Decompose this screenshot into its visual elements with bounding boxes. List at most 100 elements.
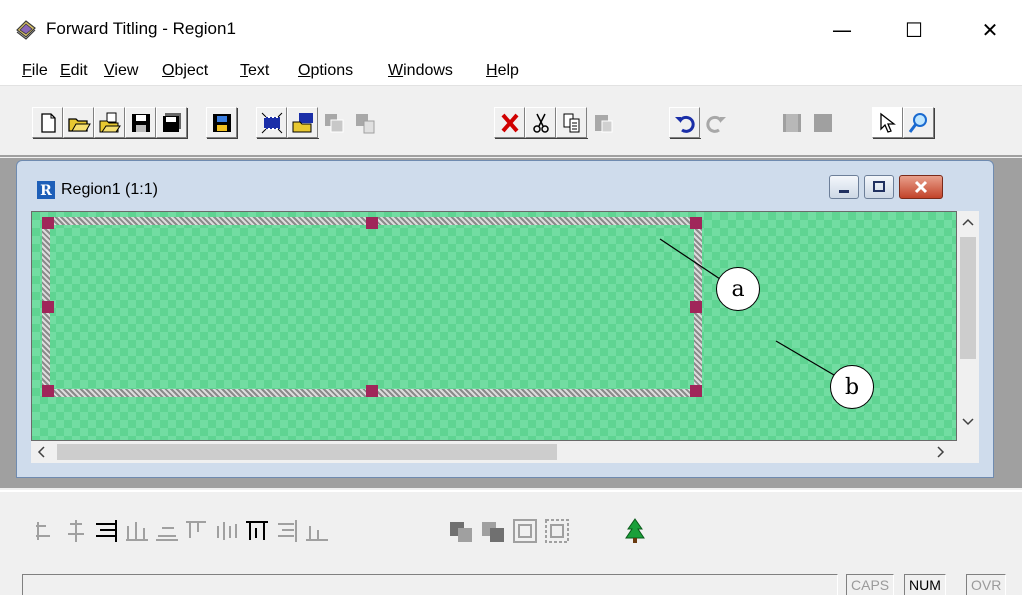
menu-object[interactable]: Object <box>162 62 208 80</box>
menu-label: ptions <box>310 62 354 79</box>
main-toolbar <box>0 87 1022 157</box>
menu-accel: F <box>22 62 32 79</box>
child-close-button[interactable] <box>899 175 943 199</box>
align-left-button[interactable] <box>32 516 62 546</box>
align-left-edge-icon <box>278 520 297 542</box>
cut-icon <box>533 113 549 133</box>
horizontal-scrollbar[interactable] <box>31 441 957 463</box>
menu-text[interactable]: Text <box>240 62 269 80</box>
distribute-v-button[interactable] <box>242 516 272 546</box>
bring-forward-icon <box>450 522 472 542</box>
object-paste-button[interactable] <box>349 107 380 138</box>
scroll-down-icon[interactable] <box>957 411 979 433</box>
align-bottom-button[interactable] <box>152 516 182 546</box>
menu-edit[interactable]: Edit <box>60 62 88 80</box>
align-right-button[interactable] <box>92 516 122 546</box>
group-icon <box>513 519 537 543</box>
align-right-icon <box>96 520 117 542</box>
alignment-toolbar <box>0 490 1022 570</box>
menu-label: bject <box>174 62 209 79</box>
menu-file[interactable]: File <box>22 62 48 80</box>
region-canvas[interactable]: a b <box>31 211 957 441</box>
vertical-scrollbar[interactable] <box>957 211 979 441</box>
send-backward-button[interactable] <box>478 516 508 546</box>
ungroup-button[interactable] <box>542 516 572 546</box>
vertical-scroll-thumb[interactable] <box>960 237 976 359</box>
close-button[interactable]: ✕ <box>960 10 1020 50</box>
mdi-workspace: R Region1 (1:1) a b <box>0 158 1022 488</box>
align-center-h-icon <box>68 520 84 542</box>
align-right-edge-button[interactable] <box>302 516 332 546</box>
align-center-h-button[interactable] <box>62 516 92 546</box>
group-button[interactable] <box>510 516 540 546</box>
menu-accel: E <box>60 62 71 79</box>
open-icon <box>68 118 91 132</box>
menu-label: iew <box>114 62 139 79</box>
send-backward-icon <box>482 522 504 542</box>
menu-label: indows <box>403 62 453 79</box>
zoom-button[interactable] <box>903 107 934 138</box>
align-center-v-button[interactable] <box>212 516 242 546</box>
copy-icon <box>563 113 580 133</box>
child-restore-button[interactable] <box>864 175 894 199</box>
delete-icon <box>501 113 519 133</box>
size-grip[interactable] <box>957 441 979 463</box>
distribute-h-button[interactable] <box>122 516 152 546</box>
region-window[interactable]: R Region1 (1:1) a b <box>16 160 994 478</box>
window-title: Forward Titling - Region1 <box>46 19 236 38</box>
zoom-magnifier-icon <box>908 113 927 133</box>
scroll-left-icon[interactable] <box>31 441 53 463</box>
align-center-v-icon <box>217 522 237 540</box>
undo-button[interactable] <box>669 107 700 138</box>
maximize-button[interactable]: ☐ <box>884 10 944 50</box>
title-bar[interactable]: Forward Titling - Region1 — ☐ ✕ <box>0 0 1022 58</box>
layer-1-button[interactable] <box>776 107 807 138</box>
menu-windows[interactable]: Windows <box>388 62 453 80</box>
save-region-icon <box>213 114 231 132</box>
menu-bar: File Edit View Object Text Options Windo… <box>0 58 1022 86</box>
callout-a: a <box>716 267 760 311</box>
align-left-edge-button[interactable] <box>272 516 302 546</box>
region-window-title: Region1 (1:1) <box>61 181 158 198</box>
menu-options[interactable]: Options <box>298 62 353 80</box>
minimize-button[interactable]: — <box>812 10 872 50</box>
delete-button[interactable] <box>494 107 525 138</box>
redo-button[interactable] <box>700 107 731 138</box>
film-new-icon <box>261 112 283 134</box>
copy-button[interactable] <box>556 107 587 138</box>
menu-view[interactable]: View <box>104 62 138 80</box>
caps-indicator: CAPS <box>846 574 895 595</box>
align-top-button[interactable] <box>182 516 212 546</box>
select-arrow-button[interactable] <box>872 107 903 138</box>
object-copy-button[interactable] <box>318 107 349 138</box>
application-window: Forward Titling - Region1 — ☐ ✕ File Edi… <box>0 0 1022 595</box>
tree-button[interactable] <box>620 516 650 546</box>
select-arrow-icon <box>880 112 896 133</box>
svg-text:R: R <box>40 183 52 199</box>
maximize-icon: ☐ <box>905 18 923 42</box>
minimize-icon: — <box>832 18 852 42</box>
child-minimize-button[interactable] <box>829 175 859 199</box>
save-button[interactable] <box>125 107 156 138</box>
object-paste-icon <box>356 114 375 134</box>
open-button[interactable] <box>63 107 94 138</box>
film-new-button[interactable] <box>256 107 287 138</box>
film-open-button[interactable] <box>287 107 318 138</box>
bring-forward-button[interactable] <box>446 516 476 546</box>
layer-1-icon <box>783 114 801 132</box>
menu-accel: O <box>298 62 311 79</box>
callout-lines <box>659 238 835 376</box>
open-template-button[interactable] <box>94 107 125 138</box>
new-button[interactable] <box>32 107 63 138</box>
open-template-icon <box>99 112 121 133</box>
layer-2-button[interactable] <box>807 107 838 138</box>
cut-button[interactable] <box>525 107 556 138</box>
menu-help[interactable]: Help <box>486 62 519 80</box>
save-all-button[interactable] <box>156 107 187 138</box>
save-region-button[interactable] <box>206 107 237 138</box>
align-left-icon <box>36 522 50 540</box>
scroll-up-icon[interactable] <box>957 211 979 233</box>
paste-button[interactable] <box>587 107 618 138</box>
horizontal-scroll-thumb[interactable] <box>57 444 557 460</box>
scroll-right-icon[interactable] <box>929 441 951 463</box>
